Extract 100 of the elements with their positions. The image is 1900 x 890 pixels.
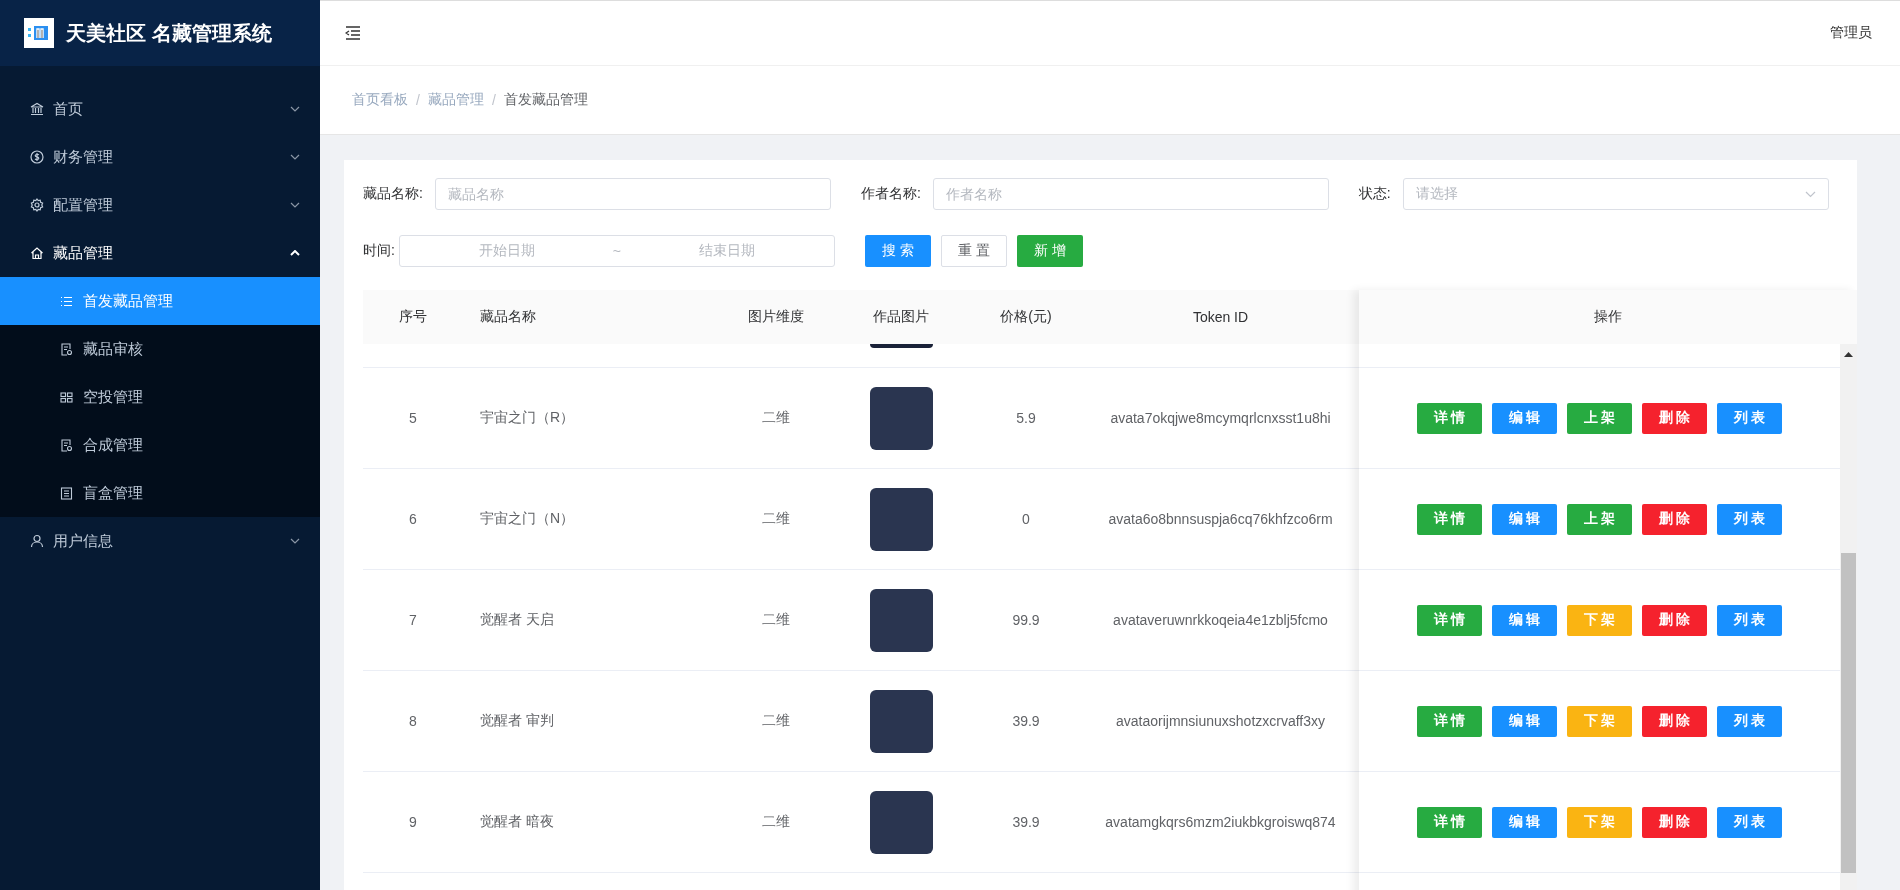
photo-placeholder <box>869 588 933 652</box>
action-button[interactable]: 列 表 <box>1717 806 1782 838</box>
action-button[interactable]: 删 除 <box>1642 402 1707 434</box>
user-name[interactable]: 管理员 <box>1830 24 1872 42</box>
chevron-down-icon <box>290 106 300 112</box>
breadcrumb-link[interactable]: 藏品管理 <box>427 91 484 109</box>
logo-icon <box>24 18 54 48</box>
table-cell-text: 二维 <box>761 610 791 629</box>
menu-icon[interactable] <box>345 26 361 40</box>
table-cell-text: 7 <box>408 611 418 630</box>
menu-item[interactable]: 财务管理 <box>0 133 320 181</box>
chevron-down-icon <box>1804 190 1816 198</box>
thumbnail-placeholder <box>869 344 933 348</box>
menu-item[interactable]: 用户信息 <box>0 517 320 565</box>
submenu-item[interactable]: 盲盒管理 <box>0 469 320 517</box>
settings-icon <box>30 198 44 212</box>
table-cell-text: 宇宙之门（R） <box>479 408 576 427</box>
action-button[interactable]: 详 情 <box>1417 806 1482 838</box>
photo-placeholder <box>869 790 933 854</box>
column-header: 藏品名称 <box>479 307 537 326</box>
app-title: 天美社区 名藏管理系统 <box>66 20 272 46</box>
text-input[interactable]: 作者名称 <box>932 178 1329 210</box>
action-button[interactable]: 删 除 <box>1642 503 1707 535</box>
filter-button[interactable]: 新 增 <box>1016 235 1083 267</box>
table-cell-text: 6 <box>408 510 418 529</box>
action-button[interactable]: 上 架 <box>1567 503 1632 535</box>
table-cell-text: 8 <box>408 712 418 731</box>
table-cell-text: 二维 <box>761 711 791 730</box>
column-header: 序号 <box>398 307 428 326</box>
table-cell-text: avataveruwnrkkoqeia4e1zblj5fcmo <box>1112 611 1329 630</box>
table-cell-text: 9 <box>408 813 418 832</box>
action-button[interactable]: 上 架 <box>1567 402 1632 434</box>
table-cell-text: 觉醒者 审判 <box>479 711 555 730</box>
action-button[interactable]: 列 表 <box>1717 705 1782 737</box>
action-button[interactable]: 编 辑 <box>1492 705 1557 737</box>
breadcrumb-link[interactable]: 首页看板 <box>352 91 408 109</box>
scroll-up-icon[interactable] <box>1844 352 1853 357</box>
column-header: 价格(元) <box>999 307 1053 326</box>
breadcrumb-separator: / <box>416 92 420 108</box>
table-cell-text: 二维 <box>761 408 791 427</box>
table-cell-text: 39.9 <box>1011 813 1041 832</box>
action-button[interactable]: 编 辑 <box>1492 503 1557 535</box>
action-button[interactable]: 详 情 <box>1417 604 1482 636</box>
filter-button[interactable]: 重 置 <box>940 235 1007 267</box>
bank-icon <box>30 102 44 116</box>
table-cell-text: avatamgkqrs6mzm2iukbkgroiswq874 <box>1104 813 1337 832</box>
chevron-up-icon <box>290 250 300 256</box>
action-button[interactable]: 编 辑 <box>1492 604 1557 636</box>
action-button[interactable]: 详 情 <box>1417 705 1482 737</box>
date-range-field[interactable]: 开始日期 ~ 结束日期 <box>398 235 835 267</box>
breadcrumb-link[interactable]: 首发藏品管理 <box>503 91 588 109</box>
photo-placeholder <box>869 487 933 551</box>
chevron-down-icon <box>290 154 300 160</box>
action-button[interactable]: 列 表 <box>1717 503 1782 535</box>
document-icon <box>60 342 73 356</box>
column-header: 操作 <box>1359 290 1857 344</box>
table-cell-text: 0 <box>1021 510 1031 529</box>
action-button[interactable]: 删 除 <box>1642 806 1707 838</box>
list-icon <box>60 294 73 308</box>
chevron-down-icon <box>290 538 300 544</box>
photo-placeholder <box>869 689 933 753</box>
menu-item[interactable]: 首页 <box>0 85 320 133</box>
chevron-down-icon <box>290 202 300 208</box>
user-icon <box>30 534 44 548</box>
column-header: 图片维度 <box>747 307 805 326</box>
column-header: 作品图片 <box>872 307 930 326</box>
action-button[interactable]: 下 架 <box>1567 806 1632 838</box>
table-cell-text: 二维 <box>761 812 791 831</box>
field-label: 作者名称: <box>860 185 921 203</box>
submenu-item[interactable]: 首发藏品管理 <box>0 277 320 325</box>
table-cell-text: avataorijmnsiunuxshotzxcrvaff3xy <box>1114 712 1327 731</box>
grid-icon <box>60 390 73 404</box>
submenu-item[interactable]: 合成管理 <box>0 421 320 469</box>
scrollbar[interactable] <box>1840 344 1857 890</box>
action-button[interactable]: 下 架 <box>1567 705 1632 737</box>
column-header: Token ID <box>1191 308 1250 327</box>
filter-button[interactable]: 搜 索 <box>864 235 931 267</box>
table-cell-text: 39.9 <box>1011 712 1041 731</box>
submenu-item[interactable]: 空投管理 <box>0 373 320 421</box>
action-button[interactable]: 删 除 <box>1642 604 1707 636</box>
field-label: 藏品名称: <box>363 185 423 203</box>
action-button[interactable]: 详 情 <box>1417 402 1482 434</box>
action-button[interactable]: 删 除 <box>1642 705 1707 737</box>
action-button[interactable]: 列 表 <box>1717 604 1782 636</box>
submenu-item[interactable]: 藏品审核 <box>0 325 320 373</box>
action-button[interactable]: 详 情 <box>1417 503 1482 535</box>
action-button[interactable]: 下 架 <box>1567 604 1632 636</box>
action-button[interactable]: 列 表 <box>1717 402 1782 434</box>
action-button[interactable]: 编 辑 <box>1492 402 1557 434</box>
table-cell-text: 觉醒者 天启 <box>479 610 555 629</box>
menu-item[interactable]: 配置管理 <box>0 181 320 229</box>
status-select[interactable]: 请选择 <box>1402 178 1829 210</box>
action-button[interactable]: 编 辑 <box>1492 806 1557 838</box>
field-label: 时间: <box>363 242 395 260</box>
table-cell-text: avata6o8bnnsuspja6cq76khfzco6rm <box>1107 510 1334 529</box>
document-icon <box>60 438 73 452</box>
table-cell-text: 宇宙之门（N） <box>479 509 576 528</box>
text-input[interactable]: 藏品名称 <box>434 178 831 210</box>
table-cell-text: 二维 <box>761 509 791 528</box>
menu-item[interactable]: 藏品管理 <box>0 229 320 277</box>
